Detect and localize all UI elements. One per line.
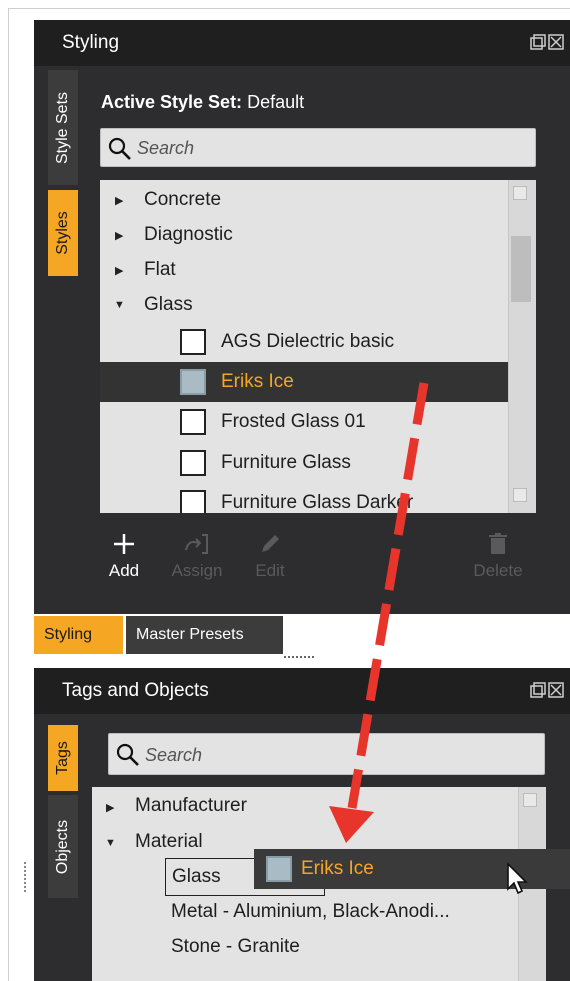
tab-style-sets[interactable]: Style Sets (48, 70, 78, 185)
collapse-arrow-icon[interactable]: ▼ (105, 837, 116, 849)
expand-arrow-icon[interactable]: ▶ (115, 229, 123, 242)
pencil-icon (262, 535, 279, 552)
tags-panel-title: Tags and Objects (62, 680, 209, 701)
drag-preview-label: Eriks Ice (301, 858, 374, 879)
style-item-furniture-glass-darker[interactable]: Furniture Glass Darker (100, 483, 536, 513)
tab-objects[interactable]: Objects (48, 795, 78, 898)
style-swatch (180, 329, 206, 355)
style-swatch (180, 490, 206, 513)
side-dock-handle[interactable] (24, 862, 30, 892)
search-placeholder: Search (145, 745, 203, 765)
tree-item-glass[interactable]: ▼ Glass (100, 285, 536, 325)
tab-tags[interactable]: Tags (48, 725, 78, 791)
scroll-down-button[interactable] (513, 488, 527, 502)
close-panel-icon[interactable] (548, 682, 564, 698)
styling-panel-header: Styling (34, 20, 570, 66)
tab-master-presets[interactable]: Master Presets (126, 616, 283, 654)
close-panel-icon[interactable] (548, 34, 564, 50)
style-swatch (180, 369, 206, 395)
style-item-furniture-glass[interactable]: Furniture Glass (100, 443, 536, 483)
splitter-handle[interactable] (284, 656, 314, 662)
edit-style-button[interactable]: Edit (235, 527, 305, 581)
plus-icon (114, 534, 134, 554)
styles-scrollbar[interactable] (508, 180, 536, 513)
trash-icon (489, 533, 507, 554)
search-icon (108, 137, 131, 160)
tags-panel-header: Tags and Objects (34, 668, 570, 714)
tree-item-diagnostic[interactable]: ▶ Diagnostic (100, 215, 536, 255)
styles-tree: ▶ Concrete ▶ Diagnostic ▶ Flat ▼ Glass AGS D… (100, 180, 536, 513)
collapse-arrow-icon[interactable]: ▼ (114, 299, 125, 311)
style-item-ags-dielectric-basic[interactable]: AGS Dielectric basic (100, 322, 536, 362)
scroll-up-button[interactable] (523, 793, 537, 807)
active-style-set-value[interactable]: Default (247, 92, 304, 112)
style-swatch (266, 856, 292, 882)
assign-icon (185, 534, 208, 554)
style-item-eriks-ice[interactable]: Eriks Ice (100, 362, 536, 402)
tab-styling[interactable]: Styling (34, 616, 123, 654)
scroll-thumb[interactable] (511, 236, 531, 302)
float-panel-icon[interactable] (530, 682, 546, 698)
tag-item-metal-aluminium[interactable]: Metal - Aluminium, Black-Anodi... + (92, 893, 546, 933)
style-swatch (180, 409, 206, 435)
expand-arrow-icon[interactable]: ▶ (115, 264, 123, 277)
expand-arrow-icon[interactable]: ▶ (106, 801, 114, 814)
add-style-button[interactable]: Add (89, 527, 159, 581)
active-style-set-label: Active Style Set: (101, 92, 243, 112)
float-panel-icon[interactable] (530, 34, 546, 50)
tag-item-stone-granite[interactable]: Stone - Granite (92, 928, 546, 968)
assign-style-button[interactable]: Assign (162, 527, 232, 581)
active-style-set: Active Style Set: Default (101, 92, 304, 113)
tab-styles[interactable]: Styles (48, 190, 78, 276)
tree-item-manufacturer[interactable]: ▶ Manufacturer (92, 787, 546, 827)
tree-item-flat[interactable]: ▶ Flat (100, 250, 536, 290)
tree-item-concrete[interactable]: ▶ Concrete (100, 180, 536, 220)
mouse-cursor-icon (507, 862, 528, 895)
search-placeholder: Search (137, 138, 195, 158)
style-swatch (180, 450, 206, 476)
style-item-frosted-glass-01[interactable]: Frosted Glass 01 (100, 402, 536, 442)
delete-style-button[interactable]: Delete (463, 527, 533, 581)
styles-search-input[interactable]: Search (100, 128, 536, 167)
expand-arrow-icon[interactable]: ▶ (115, 194, 123, 207)
search-icon (116, 743, 139, 766)
styling-panel-title: Styling (62, 32, 120, 53)
tags-search-input[interactable]: Search (108, 733, 545, 775)
scroll-up-button[interactable] (513, 186, 527, 200)
